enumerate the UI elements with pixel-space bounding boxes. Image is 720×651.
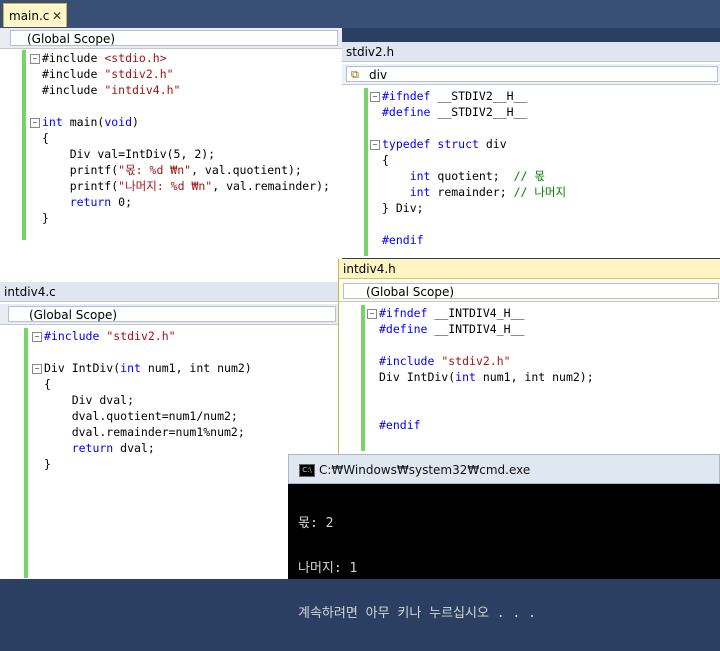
main-c-scope-bar: (Global Scope) xyxy=(0,28,342,49)
main-c-editor[interactable]: (Global Scope) − #include <stdio.h> #inclu… xyxy=(0,28,342,282)
fold-toggle-icon[interactable]: − xyxy=(30,53,40,64)
code-line: #define __STDIV2__H__ xyxy=(382,105,528,119)
code-line: − #include <stdio.h> xyxy=(30,50,167,66)
intdiv4-h-title: intdiv4.h xyxy=(343,262,396,276)
main-c-code[interactable]: − #include <stdio.h> #include "stdiv2.h" #i… xyxy=(30,50,340,280)
fold-toggle-icon[interactable]: − xyxy=(32,331,42,342)
code-line: #endif xyxy=(379,418,421,432)
console-line: 몫: 2 xyxy=(298,516,334,531)
fold-toggle-icon[interactable]: − xyxy=(30,117,40,128)
code-line: − int main(void) xyxy=(30,114,139,130)
tab-main-c-label: main.c xyxy=(9,9,50,23)
change-gutter xyxy=(22,50,26,240)
stdiv2-h-titlebar[interactable]: stdiv2.h xyxy=(342,42,720,62)
console-titlebar[interactable]: C:\ C:₩Windows₩system32₩cmd.exe xyxy=(288,454,720,484)
code-line: { xyxy=(44,377,51,391)
intdiv4-c-titlebar[interactable]: intdiv4.c xyxy=(0,282,338,302)
change-gutter xyxy=(24,328,28,578)
code-line: return dval; xyxy=(44,441,155,455)
code-line: Div dval; xyxy=(44,393,135,407)
code-line: − Div IntDiv(int num1, int num2) xyxy=(32,360,252,376)
stdiv2-h-title: stdiv2.h xyxy=(346,45,395,59)
code-line: return 0; xyxy=(42,195,133,209)
code-line: { xyxy=(382,153,389,167)
fold-toggle-icon[interactable]: − xyxy=(367,308,377,319)
intdiv4-h-editor[interactable]: intdiv4.h (Global Scope) − #ifndef __INTD… xyxy=(338,259,720,454)
code-line: #include "stdiv2.h" xyxy=(379,354,511,368)
code-line: printf("나머지: %d ₩n", val.remainder); xyxy=(42,179,330,193)
code-line: dval.quotient=num1/num2; xyxy=(44,409,238,423)
console-line: 나머지: 1 xyxy=(298,561,358,576)
code-line: printf("몫: %d ₩n", val.quotient); xyxy=(42,163,302,177)
intdiv4-h-titlebar[interactable]: intdiv4.h xyxy=(339,259,720,279)
scope-dropdown[interactable]: (Global Scope) xyxy=(8,306,336,322)
code-line: } xyxy=(42,211,49,225)
code-line: int remainder; // 나머지 xyxy=(382,185,567,199)
intdiv4-h-scope-bar: (Global Scope) xyxy=(339,281,720,302)
code-line: } xyxy=(44,457,51,471)
code-line: } Div; xyxy=(382,201,424,215)
change-gutter xyxy=(364,88,368,256)
code-line: { xyxy=(42,131,49,145)
code-line: − #ifndef __STDIV2__H__ xyxy=(370,88,527,104)
fold-toggle-icon[interactable]: − xyxy=(370,139,380,150)
scope-dropdown-value: (Global Scope) xyxy=(366,285,455,299)
console-title: C:₩Windows₩system32₩cmd.exe xyxy=(319,463,531,477)
scope-dropdown-value: (Global Scope) xyxy=(27,32,116,46)
console-line: 계속하려면 아무 키나 누르십시오 . . . xyxy=(298,606,536,621)
console-window[interactable]: C:\ C:₩Windows₩system32₩cmd.exe 몫: 2 나머지… xyxy=(288,454,720,621)
struct-icon: ⧉ xyxy=(351,68,359,81)
stdiv2-h-editor[interactable]: stdiv2.h ⧉ div − #ifndef __STDIV2__H__ #de… xyxy=(342,42,720,258)
close-icon[interactable]: ✕ xyxy=(52,4,62,28)
fold-toggle-icon[interactable]: − xyxy=(32,363,42,374)
scope-dropdown-value: (Global Scope) xyxy=(29,308,118,322)
intdiv4-c-scope-bar: (Global Scope) xyxy=(0,304,338,325)
intdiv4-c-code[interactable]: − #include "stdiv2.h" − Div IntDiv(int num1… xyxy=(32,328,332,578)
stdiv2-member-bar: ⧉ div xyxy=(342,64,720,85)
console-icon: C:\ xyxy=(299,464,315,477)
code-line: #define __INTDIV4_H__ xyxy=(379,322,525,336)
code-line: int quotient; // 몫 xyxy=(382,169,545,183)
code-line: Div IntDiv(int num1, int num2); xyxy=(379,370,594,384)
editor-tab-strip: main.c ✕ xyxy=(0,0,720,28)
code-line: − #ifndef __INTDIV4_H__ xyxy=(367,305,524,321)
scope-dropdown[interactable]: (Global Scope) xyxy=(10,30,338,46)
console-output: 몫: 2 나머지: 1 계속하려면 아무 키나 누르십시오 . . . xyxy=(298,486,536,651)
code-line: − #include "stdiv2.h" xyxy=(32,328,176,344)
member-dropdown-value: div xyxy=(369,68,388,82)
code-line: #include "intdiv4.h" xyxy=(42,83,181,97)
code-line: #endif xyxy=(382,233,424,247)
code-line: − typedef struct div xyxy=(370,136,507,152)
change-gutter xyxy=(361,305,365,451)
stdiv2-h-code[interactable]: − #ifndef __STDIV2__H__ #define __STDIV2__… xyxy=(370,88,718,256)
code-line: dval.remainder=num1%num2; xyxy=(44,425,245,439)
code-line: Div val=IntDiv(5, 2); xyxy=(42,147,216,161)
member-dropdown[interactable]: ⧉ div xyxy=(346,66,718,82)
tab-main-c[interactable]: main.c ✕ xyxy=(3,3,67,27)
scope-dropdown[interactable]: (Global Scope) xyxy=(343,283,719,299)
intdiv4-c-title: intdiv4.c xyxy=(4,285,56,299)
fold-toggle-icon[interactable]: − xyxy=(370,91,380,102)
code-line: #include "stdiv2.h" xyxy=(42,67,174,81)
intdiv4-h-code[interactable]: − #ifndef __INTDIV4_H__ #define __INTDIV4_… xyxy=(367,305,717,451)
